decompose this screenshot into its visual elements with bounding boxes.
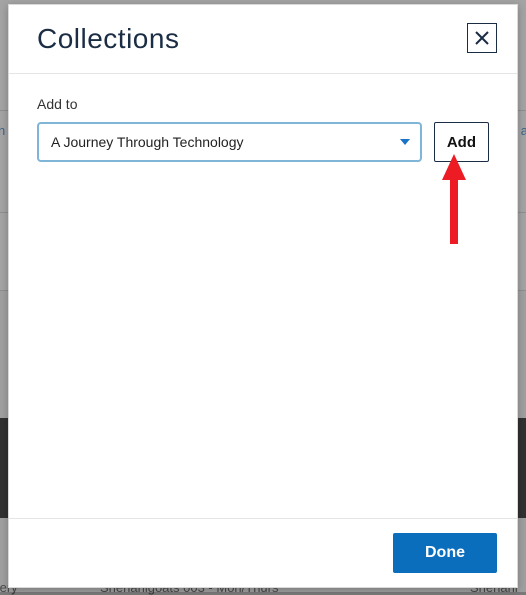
close-button[interactable] (467, 23, 497, 53)
close-icon (474, 30, 490, 46)
collections-modal: Collections Add to A Journey Through Tec… (8, 4, 518, 588)
add-to-row: A Journey Through Technology Add (37, 122, 489, 162)
red-arrow-annotation (434, 154, 474, 254)
done-button[interactable]: Done (393, 533, 497, 573)
chevron-down-icon (400, 139, 410, 145)
collection-select[interactable]: A Journey Through Technology (37, 122, 422, 162)
collection-select-value: A Journey Through Technology (51, 134, 244, 150)
modal-footer: Done (9, 518, 517, 587)
add-to-label: Add to (37, 96, 489, 112)
add-button[interactable]: Add (434, 122, 489, 162)
modal-title: Collections (37, 23, 179, 55)
modal-header: Collections (9, 5, 517, 74)
modal-overlay: Collections Add to A Journey Through Tec… (0, 0, 526, 592)
modal-body: Add to A Journey Through Technology Add (9, 74, 517, 518)
